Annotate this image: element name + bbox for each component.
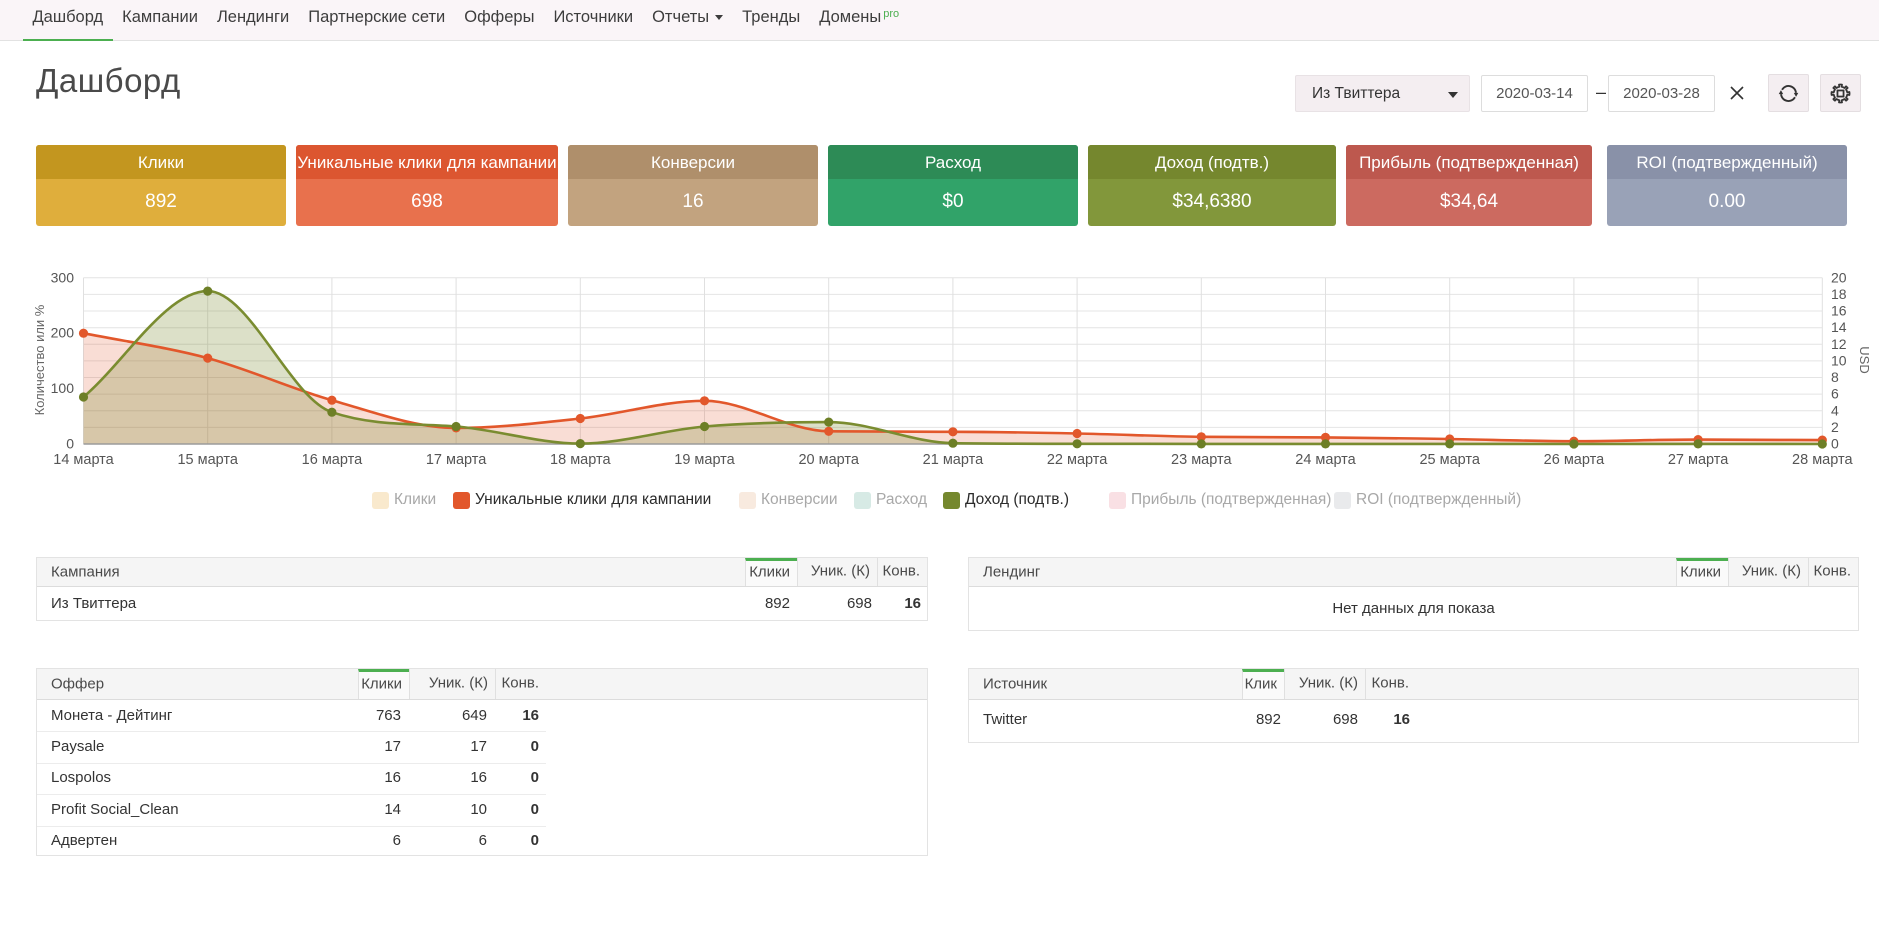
svg-text:0: 0: [1831, 436, 1839, 452]
svg-text:200: 200: [51, 325, 75, 341]
svg-text:18: 18: [1831, 286, 1847, 302]
svg-text:14 марта: 14 марта: [53, 452, 114, 468]
svg-text:25 марта: 25 марта: [1419, 452, 1480, 468]
svg-text:6: 6: [1831, 386, 1839, 402]
svg-text:4: 4: [1831, 402, 1839, 418]
svg-text:0: 0: [66, 436, 74, 452]
svg-text:Количество или %: Количество или %: [32, 304, 47, 415]
svg-text:22 марта: 22 марта: [1047, 452, 1108, 468]
svg-text:18 марта: 18 марта: [550, 452, 611, 468]
svg-text:20: 20: [1831, 269, 1847, 285]
svg-text:20 марта: 20 марта: [798, 452, 859, 468]
svg-text:300: 300: [51, 269, 75, 285]
svg-text:23 марта: 23 марта: [1171, 452, 1232, 468]
svg-text:28 марта: 28 марта: [1792, 452, 1853, 468]
svg-text:14: 14: [1831, 319, 1847, 335]
svg-text:2: 2: [1831, 419, 1839, 435]
svg-text:16 марта: 16 марта: [302, 452, 363, 468]
svg-text:24 марта: 24 марта: [1295, 452, 1356, 468]
svg-text:27 марта: 27 марта: [1668, 452, 1729, 468]
svg-text:21 марта: 21 марта: [923, 452, 984, 468]
svg-text:17 марта: 17 марта: [426, 452, 487, 468]
svg-text:19 марта: 19 марта: [674, 452, 735, 468]
svg-text:8: 8: [1831, 369, 1839, 385]
svg-text:15 марта: 15 марта: [177, 452, 238, 468]
svg-text:16: 16: [1831, 303, 1847, 319]
svg-text:USD: USD: [1857, 346, 1872, 373]
svg-text:12: 12: [1831, 336, 1847, 352]
svg-text:26 марта: 26 марта: [1544, 452, 1605, 468]
svg-text:10: 10: [1831, 352, 1847, 368]
svg-text:100: 100: [51, 380, 75, 396]
